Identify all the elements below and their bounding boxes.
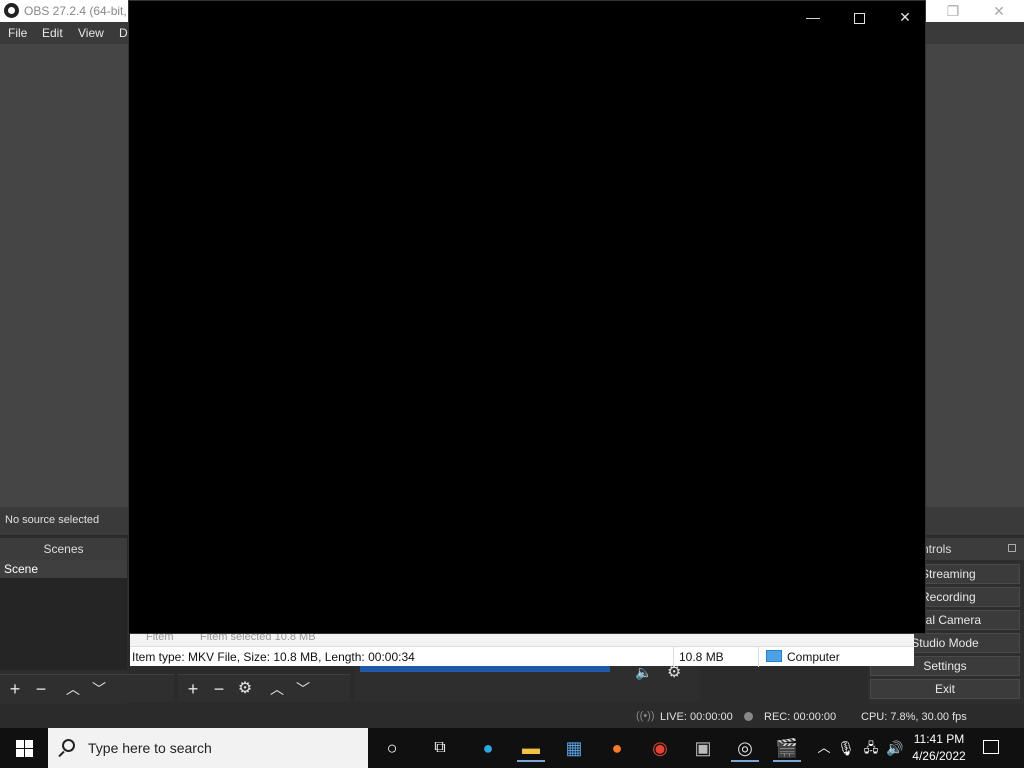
obs-statusbar: ((•)) LIVE: 00:00:00 REC: 00:00:00 CPU: … <box>0 706 1024 728</box>
search-icon <box>62 739 75 752</box>
taskbar-clock[interactable]: 11:41 PM 4/26/2022 <box>908 731 970 765</box>
firefox-icon[interactable]: ● <box>603 734 631 762</box>
store-icon[interactable]: ▦ <box>560 734 588 762</box>
menu-file[interactable]: File <box>8 26 27 40</box>
taskbar-search-box[interactable]: Type here to search <box>48 728 368 768</box>
file-explorer-icon[interactable]: ▬ <box>517 734 545 762</box>
active-indicator <box>731 760 759 762</box>
obs-icon[interactable]: ◎ <box>731 734 759 762</box>
explorer-details-bar: Item type: MKV File, Size: 10.8 MB, Leng… <box>130 646 914 667</box>
chrome-icon[interactable]: ◉ <box>646 734 674 762</box>
close-icon: ✕ <box>899 9 911 25</box>
speaker-icon[interactable]: 🔈 <box>635 664 652 681</box>
clapper-icon[interactable]: 🎬 <box>773 734 801 762</box>
scene-list[interactable] <box>0 578 127 670</box>
add-scene-icon[interactable]: + <box>5 679 25 699</box>
player-maximize-button[interactable] <box>839 5 879 29</box>
rec-indicator-icon <box>744 712 753 721</box>
menu-view[interactable]: View <box>78 26 104 40</box>
obs-close-button[interactable]: ✕ <box>976 0 1022 22</box>
minimize-icon: — <box>806 9 820 25</box>
photos-icon[interactable]: ▣ <box>689 734 717 762</box>
clock-date: 4/26/2022 <box>912 749 966 763</box>
undock-icon[interactable] <box>1008 544 1016 552</box>
menu-docks[interactable]: D <box>119 26 128 40</box>
sources-toolbar: + − ⚙ ︿ ﹀ <box>178 674 350 702</box>
windows-logo-icon-part <box>16 749 24 757</box>
microphone-icon[interactable]: 🎙 <box>832 734 860 762</box>
windows-taskbar: Type here to search ○ ⧉ ● ▬ ▦ ● ◉ ▣ ◎ 🎬 … <box>0 728 1024 768</box>
explorer-partial-status: Fitem Fitem selected 10.8 MB <box>130 634 914 646</box>
windows-logo-icon-part <box>25 740 33 748</box>
audio-meter <box>360 666 610 672</box>
computer-icon <box>766 650 782 662</box>
cortana-icon[interactable]: ○ <box>378 734 406 762</box>
controls-dock-title-label: ntrols <box>922 542 952 556</box>
task-view-icon[interactable]: ⧉ <box>426 734 454 762</box>
exit-button[interactable]: Exit <box>870 679 1020 699</box>
volume-icon[interactable]: 🔊 <box>881 734 909 762</box>
live-broadcast-icon: ((•)) <box>636 710 655 722</box>
rec-time: REC: 00:00:00 <box>764 711 837 723</box>
obs-window-title: OBS 27.2.4 (64-bit, w <box>24 4 128 18</box>
status-separator <box>673 647 674 667</box>
audio-mixer: 🔈 ⚙ <box>355 664 700 702</box>
move-source-down-icon[interactable]: ﹀ <box>293 679 313 699</box>
explorer-selection-info: Fitem selected 10.8 MB <box>200 634 316 643</box>
remove-scene-icon[interactable]: − <box>31 679 51 699</box>
file-size: 10.8 MB <box>679 650 724 664</box>
add-source-icon[interactable]: + <box>183 679 203 699</box>
windows-logo-icon <box>16 740 24 748</box>
player-minimize-button[interactable]: — <box>793 5 833 29</box>
edge-icon[interactable]: ● <box>474 734 502 762</box>
start-button[interactable] <box>0 728 48 768</box>
scenes-dock-title: Scenes <box>0 538 127 560</box>
notification-center-icon[interactable] <box>983 740 999 754</box>
windows-logo-icon-part <box>25 749 33 757</box>
scene-list-item[interactable]: Scene <box>0 560 127 578</box>
live-time: LIVE: 00:00:00 <box>660 711 733 723</box>
file-item-info: Item type: MKV File, Size: 10.8 MB, Leng… <box>132 650 415 664</box>
maximize-icon <box>853 12 865 24</box>
move-scene-up-icon[interactable]: ︿ <box>63 679 83 699</box>
media-player-window[interactable]: — ✕ <box>128 0 926 634</box>
player-close-button[interactable]: ✕ <box>885 5 925 29</box>
menu-edit[interactable]: Edit <box>42 26 63 40</box>
active-indicator <box>517 760 545 762</box>
remove-source-icon[interactable]: − <box>209 679 229 699</box>
obs-logo-icon <box>4 3 19 18</box>
cpu-fps: CPU: 7.8%, 30.00 fps <box>861 711 967 723</box>
clock-time: 11:41 PM <box>913 732 965 746</box>
scenes-toolbar: + − ︿ ﹀ <box>0 674 174 702</box>
move-source-up-icon[interactable]: ︿ <box>267 679 287 699</box>
source-properties-gear-icon[interactable]: ⚙ <box>235 679 255 699</box>
active-indicator <box>773 760 801 762</box>
no-source-label: No source selected <box>5 514 100 526</box>
explorer-item-count: Fitem <box>146 634 174 643</box>
move-scene-down-icon[interactable]: ﹀ <box>89 679 109 699</box>
status-separator <box>758 647 759 667</box>
obs-restore-button[interactable]: ❐ <box>930 0 976 22</box>
file-location: Computer <box>787 650 840 664</box>
search-placeholder: Type here to search <box>88 740 212 756</box>
